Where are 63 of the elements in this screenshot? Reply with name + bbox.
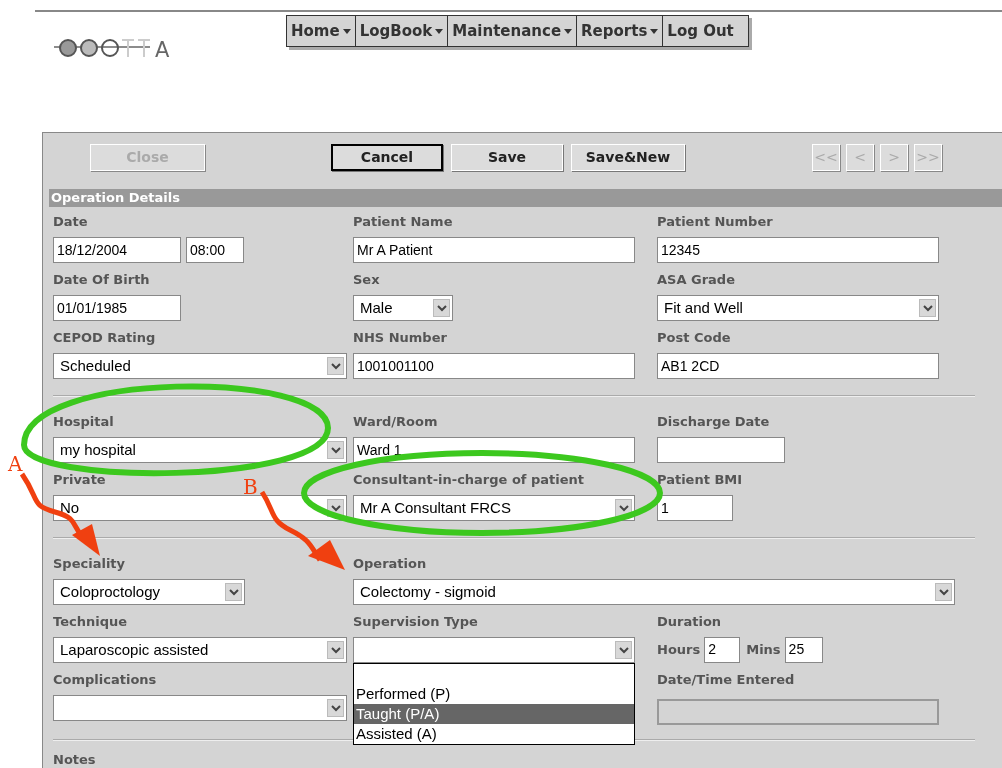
text-field[interactable]: Mr A Patient [353,237,635,263]
hours-field[interactable]: 2 [704,637,741,663]
toolbar-button[interactable]: Save&New [571,143,685,171]
dropdown-select[interactable]: No [53,495,347,521]
mins-label: Mins [746,641,781,659]
field-label: Patient Number [657,213,773,231]
dropdown-select[interactable]: Mr A Consultant FRCS [353,495,635,521]
field-label: Post Code [657,329,731,347]
dropdown-select[interactable] [53,695,347,721]
caret-icon [564,28,573,34]
menu-item[interactable]: Home [287,16,355,46]
menu-item[interactable]: Maintenance [447,16,577,46]
caret-icon [342,28,351,34]
field-label: Date Of Birth [53,271,150,289]
field-label: Hospital [53,413,114,431]
hours-label: Hours [657,641,701,659]
menu-item[interactable]: Log Out [662,16,748,46]
field-label: Patient BMI [657,471,743,489]
dropdown-select[interactable]: Laparoscopic assisted [53,637,347,663]
dropdown-select[interactable]: my hospital [53,437,347,463]
text-field[interactable] [657,437,785,463]
field-label: Discharge Date [657,413,770,431]
field-label: Notes [53,751,96,768]
field-label: Technique [53,613,127,631]
time-field[interactable]: 08:00 [186,237,244,263]
toolbar-button[interactable]: Cancel [331,143,443,171]
field-label: Date/Time Entered [657,671,795,689]
field-label: Operation [353,555,427,573]
section-header: Operation Details [49,189,1002,207]
logo: A [52,37,182,59]
field-label: Patient Name [353,213,453,231]
field-label: Ward/Room [353,413,438,431]
field-label: Sex [353,271,380,289]
text-field[interactable]: 1 [657,495,733,521]
text-field[interactable]: 12345 [657,237,939,263]
text-field[interactable]: 01/01/1985 [53,295,181,321]
dropdown-select[interactable]: Fit and Well [657,295,939,321]
field-label: Speciality [53,555,126,573]
mins-field[interactable]: 25 [784,637,823,663]
text-field[interactable]: AB1 2CD [657,353,939,379]
field-label: NHS Number [353,329,447,347]
caret-icon [650,28,659,34]
menu-item[interactable]: Reports [576,16,663,46]
dropdown-select[interactable]: Scheduled [53,353,347,379]
caret-icon [435,28,444,34]
menu-item[interactable]: LogBook [354,16,448,46]
field-label: Date [53,213,88,231]
date-field[interactable]: 18/12/2004 [53,237,181,263]
text-field[interactable]: 1001001100 [353,353,635,379]
dropdown-select[interactable]: Coloproctology [53,579,245,605]
field-label: Private [53,471,106,489]
toolbar-button[interactable]: Save [451,143,563,171]
field-label: ASA Grade [657,271,735,289]
field-label: Complications [53,671,157,689]
field-label: Duration [657,613,722,631]
field-label: Consultant-in-charge of patient [353,471,585,489]
dropdown-option[interactable]: Taught (P/A) [354,704,634,724]
dropdown-select[interactable] [353,637,635,663]
dropdown-select[interactable]: Colectomy - sigmoid [353,579,955,605]
annotation-letter: A [8,452,23,476]
field-label: Supervision Type [353,613,478,631]
field-label: CEPOD Rating [53,329,156,347]
dropdown-select[interactable]: Male [353,295,453,321]
